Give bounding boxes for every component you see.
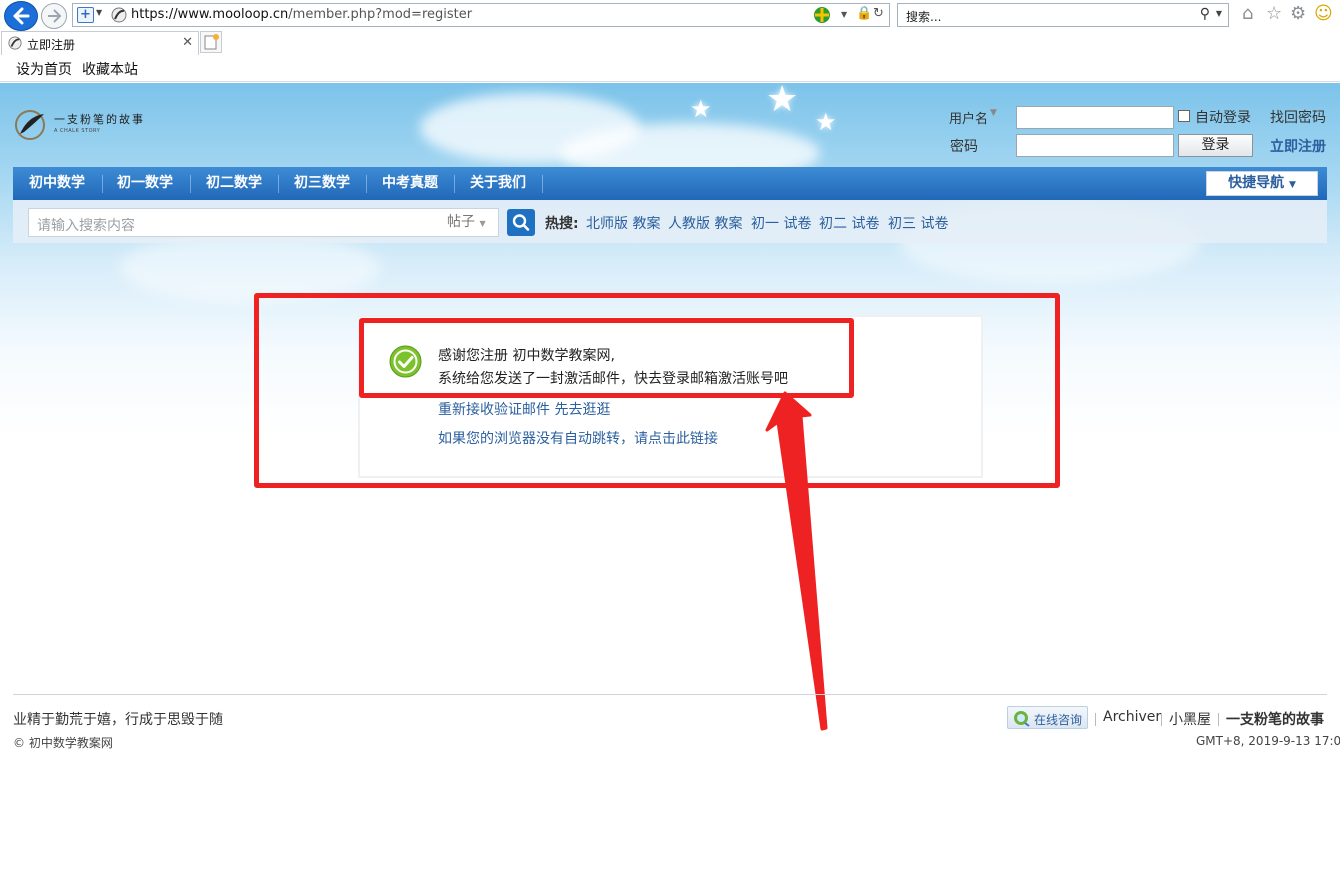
footer-link-site-name[interactable]: 一支粉笔的故事 (1226, 709, 1324, 729)
lock-icon[interactable]: 🔒 (856, 6, 872, 21)
hot-search-link[interactable]: 初二 试卷 (819, 213, 879, 233)
hot-search-link[interactable]: 北师版 教案 (586, 213, 660, 233)
browser-address-row: + ▼ https://www.mooloop.cn/member.php?mo… (0, 0, 1340, 31)
footer-copyright: © 初中数学教案网 (13, 736, 113, 750)
site-search-input[interactable]: 请输入搜索内容 (28, 208, 440, 237)
tab-register[interactable]: 立即注册 ✕ (1, 31, 199, 55)
chevron-down-icon[interactable]: ▼ (990, 108, 997, 118)
chat-globe-icon (1014, 711, 1030, 727)
site-logo[interactable]: 一支粉笔的故事 A CHALK STORY (14, 108, 144, 142)
online-consult-label: 在线咨询 (1034, 713, 1083, 727)
set-homepage-link[interactable]: 设为首页 (16, 59, 72, 79)
caret-down-icon: ▼ (479, 219, 486, 228)
footer-link-blackroom[interactable]: 小黑屋 (1169, 709, 1211, 729)
back-arrow-icon (13, 7, 30, 25)
login-button[interactable]: 登录 (1178, 134, 1253, 157)
logo-subtitle: A CHALK STORY (54, 128, 101, 134)
close-icon[interactable]: ✕ (182, 35, 193, 50)
site-favicon-icon (111, 7, 127, 23)
settings-gear-icon[interactable]: ⚙ (1290, 3, 1306, 24)
username-label: 用户名 (949, 112, 989, 127)
hot-search-link[interactable]: 初一 试卷 (751, 213, 811, 233)
footer-link-archiver[interactable]: Archiver (1103, 709, 1161, 725)
page-content: ★ ★ ★ 一支粉笔的故事 A CHALK STORY 用户名 ▼ 自动登录 找… (0, 83, 1340, 889)
register-link[interactable]: 立即注册 (1270, 136, 1326, 156)
nav-item-grade7-math[interactable]: 初一数学 (117, 167, 173, 200)
star-decoration-icon: ★ (690, 95, 712, 123)
hot-search-link[interactable]: 人教版 教案 (668, 213, 742, 233)
search-icon[interactable]: ⚲ (1200, 6, 1210, 22)
forward-button[interactable] (41, 3, 67, 29)
username-input[interactable] (1016, 106, 1174, 129)
hot-search-link[interactable]: 初三 试卷 (888, 213, 948, 233)
nav-item-exam-papers[interactable]: 中考真题 (382, 167, 438, 200)
feedback-smiley-icon[interactable]: ☺ (1314, 3, 1333, 24)
url-path: /member.php?mod=register (288, 7, 473, 22)
browser-search-placeholder: 搜索... (906, 10, 942, 24)
chevron-down-icon[interactable]: ▼ (1216, 9, 1222, 18)
browser-search-box[interactable]: 搜索... ⚲ ▼ (897, 3, 1229, 27)
star-decoration-icon: ★ (766, 83, 799, 120)
address-dropdown-icon[interactable]: ▼ (841, 10, 847, 19)
search-button[interactable] (507, 209, 535, 236)
site-favicon-icon (8, 36, 22, 50)
home-icon[interactable]: ⌂ (1242, 3, 1253, 24)
auto-login-label: 自动登录 (1195, 110, 1251, 126)
annotation-inner-rectangle (359, 318, 854, 398)
compatibility-view-icon[interactable]: + (77, 7, 94, 23)
new-tab-button[interactable] (200, 31, 222, 53)
find-password-link[interactable]: 找回密码 (1270, 107, 1326, 127)
search-scope-select[interactable]: 帖子 ▼ (438, 208, 499, 237)
quick-nav-button[interactable]: 快捷导航 ▼ (1206, 171, 1318, 196)
nav-item-grade9-math[interactable]: 初三数学 (294, 167, 350, 200)
star-decoration-icon: ★ (815, 108, 837, 136)
feather-logo-icon (15, 110, 45, 140)
nav-item-junior-math[interactable]: 初中数学 (29, 167, 85, 200)
footer-timestamp: GMT+8, 2019-9-13 17:07 (1196, 734, 1340, 748)
logo-title: 一支粉笔的故事 (54, 113, 145, 126)
chevron-down-icon[interactable]: ▼ (96, 8, 102, 17)
bookmark-site-link[interactable]: 收藏本站 (82, 59, 138, 79)
url-host: https://www.mooloop.cn (131, 7, 289, 22)
footer-motto: 业精于勤荒于嬉，行成于思毁于随 (13, 712, 223, 728)
password-input[interactable] (1016, 134, 1174, 157)
tab-title: 立即注册 (27, 38, 76, 52)
nav-item-grade8-math[interactable]: 初二数学 (206, 167, 262, 200)
refresh-icon[interactable]: ↻ (873, 6, 884, 21)
footer-divider (13, 694, 1327, 695)
caret-down-icon: ▼ (1288, 180, 1296, 190)
main-nav: 初中数学 初一数学 初二数学 初三数学 中考真题 关于我们 (13, 167, 1327, 200)
password-label: 密码 (950, 139, 978, 155)
search-icon (512, 214, 530, 231)
address-bar[interactable]: + ▼ https://www.mooloop.cn/member.php?mo… (72, 3, 890, 27)
site-search-bar: 请输入搜索内容 帖子 ▼ 热搜: 北师版 教案 人教版 教案 初一 试卷 初二 … (13, 200, 1327, 243)
favorites-bar: 设为首页 收藏本站 (0, 55, 1340, 82)
hot-search-label: 热搜: (545, 216, 579, 232)
new-tab-icon (204, 34, 219, 50)
forward-arrow-icon (48, 9, 62, 23)
security-shield-icon[interactable] (813, 6, 831, 24)
site-search-placeholder: 请输入搜索内容 (37, 218, 135, 234)
browser-tab-row: 立即注册 ✕ (0, 31, 1340, 55)
nav-item-about-us[interactable]: 关于我们 (470, 167, 526, 200)
auto-login-checkbox[interactable] (1178, 110, 1190, 122)
online-consult-button[interactable]: 在线咨询 (1007, 706, 1088, 729)
url-text[interactable]: https://www.mooloop.cn/member.php?mod=re… (131, 7, 472, 22)
back-button[interactable] (4, 1, 38, 31)
search-scope-value: 帖子 (447, 214, 475, 230)
quick-nav-label: 快捷导航 (1228, 175, 1285, 191)
favorites-star-icon[interactable]: ☆ (1266, 3, 1282, 24)
